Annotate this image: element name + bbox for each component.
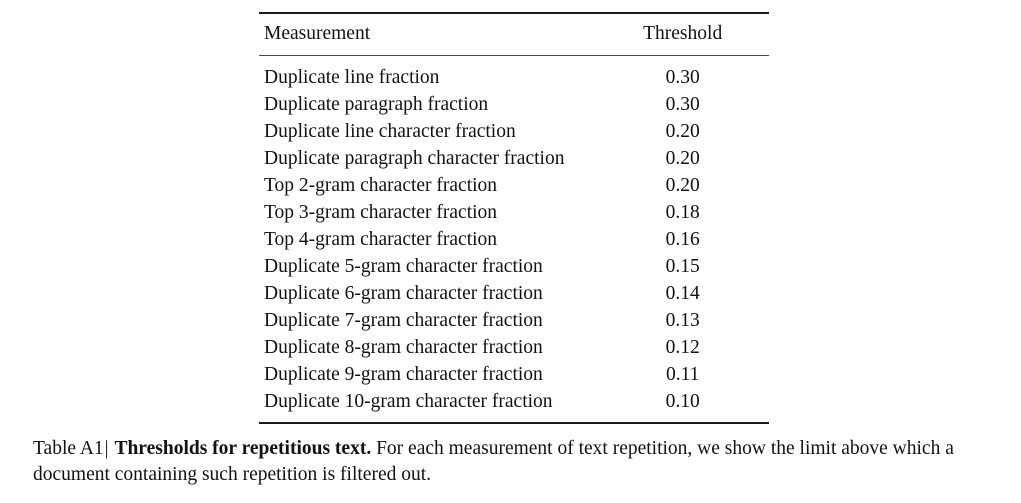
caption-separator: |	[104, 438, 109, 459]
cell-threshold: 0.18	[665, 202, 700, 223]
cell-measurement: Top 2-gram character fraction	[264, 175, 498, 196]
cell-measurement: Duplicate 6-gram character fraction	[264, 283, 543, 304]
table-row: Duplicate 6-gram character fraction 0.14	[259, 280, 769, 307]
table-row: Duplicate line fraction 0.30	[259, 56, 769, 91]
cell-threshold: 0.10	[665, 391, 700, 412]
cell-threshold: 0.20	[665, 121, 700, 142]
cell-measurement: Duplicate line fraction	[264, 67, 440, 88]
caption-label: Table A1	[33, 438, 104, 459]
cell-threshold: 0.30	[665, 67, 700, 88]
table-figure: Measurement Threshold Duplicate line fra…	[259, 12, 769, 424]
cell-threshold: 0.12	[665, 337, 700, 358]
cell-measurement: Duplicate line character fraction	[264, 121, 516, 142]
cell-measurement: Duplicate paragraph fraction	[264, 94, 489, 115]
table-row: Duplicate 9-gram character fraction 0.11	[259, 361, 769, 388]
cell-measurement: Duplicate 5-gram character fraction	[264, 256, 543, 277]
cell-measurement: Duplicate 7-gram character fraction	[264, 310, 543, 331]
thresholds-table-body: Duplicate line fraction 0.30 Duplicate par…	[259, 56, 769, 422]
cell-threshold: 0.16	[665, 229, 700, 250]
cell-threshold: 0.20	[665, 175, 700, 196]
column-header-threshold: Threshold	[643, 23, 723, 44]
table-row: Duplicate 5-gram character fraction 0.15	[259, 253, 769, 280]
column-header-measurement: Measurement	[264, 23, 371, 44]
cell-measurement: Duplicate 8-gram character fraction	[264, 337, 543, 358]
cell-threshold: 0.13	[665, 310, 700, 331]
table-row: Duplicate paragraph fraction 0.30	[259, 91, 769, 118]
cell-measurement: Duplicate 9-gram character fraction	[264, 364, 543, 385]
cell-threshold: 0.14	[665, 283, 700, 304]
thresholds-table: Measurement Threshold	[259, 14, 769, 55]
cell-threshold: 0.20	[665, 148, 700, 169]
table-row: Duplicate 10-gram character fraction 0.10	[259, 388, 769, 422]
table-row: Duplicate 8-gram character fraction 0.12	[259, 334, 769, 361]
cell-threshold: 0.11	[665, 364, 700, 385]
cell-measurement: Duplicate paragraph character fraction	[264, 148, 565, 169]
cell-measurement: Top 3-gram character fraction	[264, 202, 498, 223]
cell-measurement: Duplicate 10-gram character fraction	[264, 391, 553, 412]
table-row: Duplicate paragraph character fraction 0.…	[259, 145, 769, 172]
cell-measurement: Top 4-gram character fraction	[264, 229, 498, 250]
table-caption: Table A1| Thresholds for repetitious tex…	[33, 436, 993, 487]
table-header-row: Measurement Threshold	[259, 14, 769, 55]
caption-bold-title: Thresholds for repetitious text.	[114, 438, 372, 459]
table-bottom-rule	[259, 422, 769, 424]
cell-threshold: 0.15	[665, 256, 700, 277]
table-row: Top 4-gram character fraction 0.16	[259, 226, 769, 253]
table-row: Duplicate 7-gram character fraction 0.13	[259, 307, 769, 334]
table-row: Duplicate line character fraction 0.20	[259, 118, 769, 145]
table-body: Duplicate line fraction 0.30 Duplicate par…	[259, 56, 769, 422]
cell-threshold: 0.30	[665, 94, 700, 115]
table-header: Measurement Threshold	[259, 14, 769, 55]
table-row: Top 3-gram character fraction 0.18	[259, 199, 769, 226]
table-row: Top 2-gram character fraction 0.20	[259, 172, 769, 199]
